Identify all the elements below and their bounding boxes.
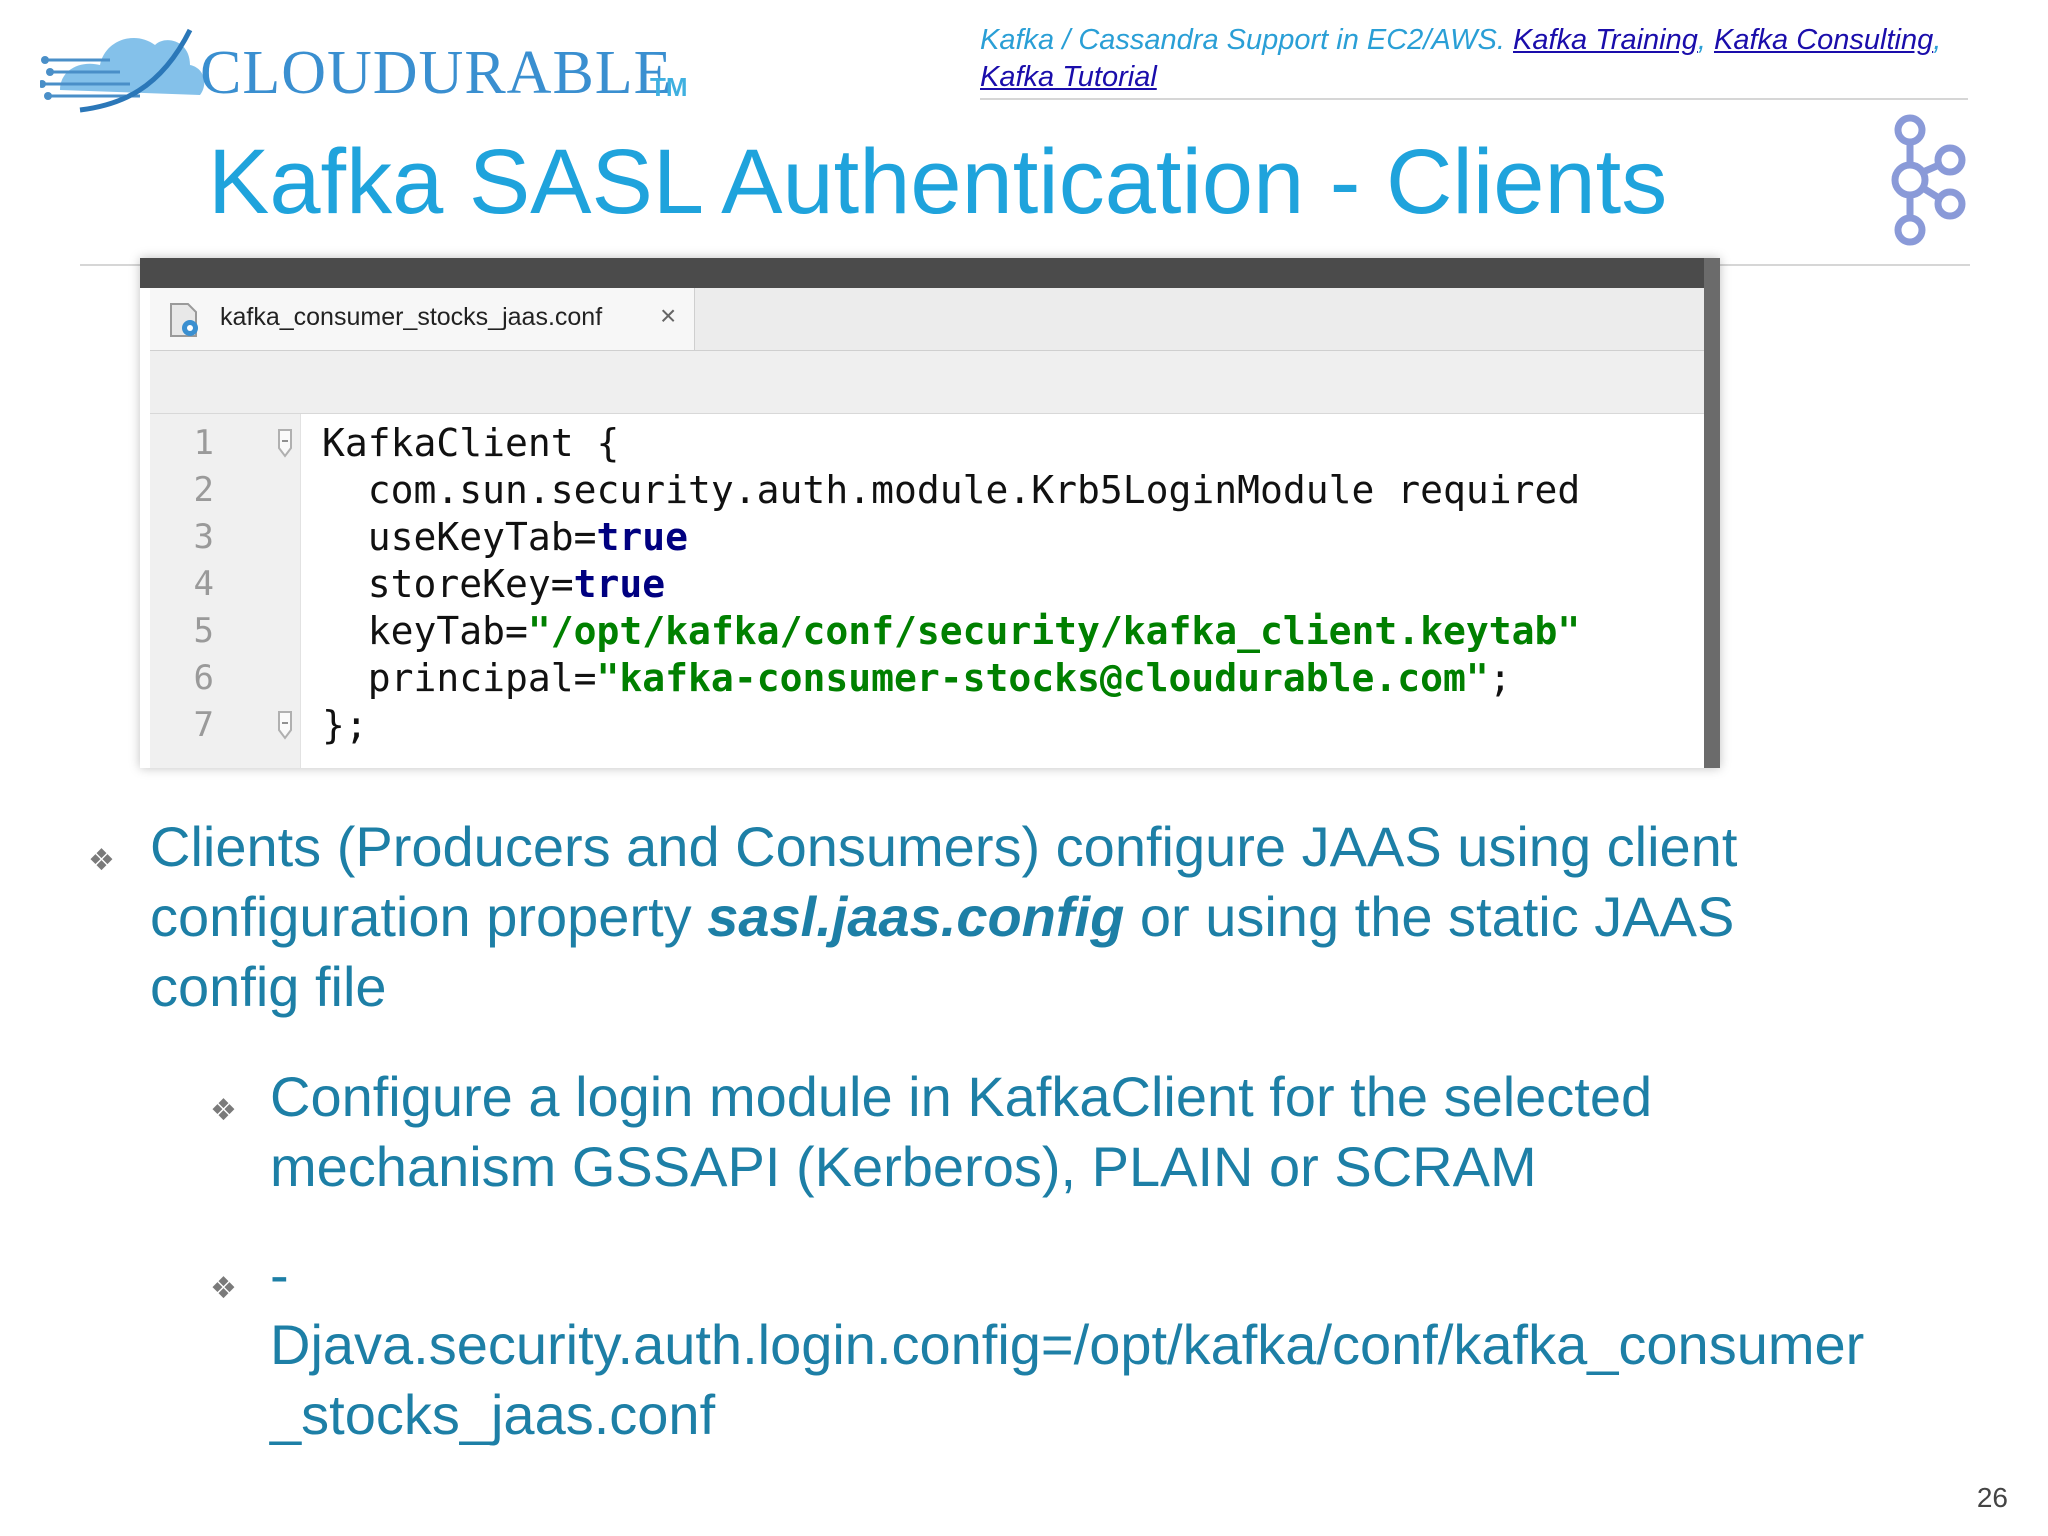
bullet-text: - (270, 1243, 289, 1306)
bullet-login-module: ❖ Configure a login module in KafkaClien… (210, 1062, 1870, 1202)
line-number: 7 (193, 705, 214, 745)
line-number: 3 (193, 517, 214, 557)
header-divider (980, 98, 1968, 100)
bullet-jaas-config: ❖ Clients (Producers and Consumers) conf… (88, 812, 1850, 1022)
link-kafka-consulting[interactable]: Kafka Consulting (1714, 24, 1933, 56)
code-keyword: true (596, 515, 689, 559)
code-line: useKeyTab=true (322, 514, 1720, 561)
code-line: keyTab="/opt/kafka/conf/security/kafka_c… (322, 608, 1720, 655)
code-editor-screenshot: kafka_consumer_stocks_jaas.conf × 1 2 3 4 5 6… (140, 258, 1720, 768)
link-kafka-training[interactable]: Kafka Training (1513, 24, 1698, 56)
fold-icon[interactable] (276, 710, 296, 740)
bullet-diamond-icon: ❖ (210, 1271, 237, 1306)
code-text: }; (322, 703, 368, 747)
header-note: Kafka / Cassandra Support in EC2/AWS. Ka… (980, 24, 1942, 93)
code-line: principal="kafka-consumer-stocks@cloudur… (322, 655, 1720, 702)
editor-toolbar (150, 351, 1704, 414)
line-number: 5 (193, 611, 214, 651)
code-keyword: true (573, 562, 666, 606)
editor-tab-label: kafka_consumer_stocks_jaas.conf (220, 303, 603, 331)
cloudurable-logo: CLOUDURABLE TM (40, 10, 688, 120)
fold-icon[interactable] (276, 428, 296, 458)
bullet-emphasis: sasl.jaas.config (707, 885, 1125, 948)
code-text: storeKey= (322, 562, 574, 606)
line-number: 1 (193, 423, 214, 463)
editor-tab[interactable]: kafka_consumer_stocks_jaas.conf × (150, 288, 695, 350)
code-text: com.sun.security.auth.module.Krb5LoginMo… (322, 468, 1581, 512)
bullet-jvm-option: ❖ - Djava.security.auth.login.config=/op… (210, 1240, 1990, 1450)
code-line: storeKey=true (322, 561, 1720, 608)
line-number-gutter: 1 2 3 4 5 6 7 (150, 414, 300, 768)
line-number: 2 (193, 470, 214, 510)
close-icon[interactable]: × (660, 300, 676, 332)
code-string: "kafka-consumer-stocks@cloudurable.com" (596, 656, 1489, 700)
code-text: ; (1488, 656, 1512, 700)
code-line: }; (322, 702, 1720, 749)
link-kafka-tutorial[interactable]: Kafka Tutorial (980, 61, 1157, 93)
page-number: 26 (1976, 1482, 2008, 1513)
code-text: keyTab= (322, 609, 528, 653)
bullet-diamond-icon: ❖ (210, 1093, 237, 1128)
line-number: 4 (193, 564, 214, 604)
gutter-divider (300, 414, 301, 768)
code-text: KafkaClient { (322, 421, 620, 465)
config-file-icon (170, 303, 198, 337)
kafka-icon (1891, 114, 1966, 246)
code-text: principal= (322, 656, 597, 700)
code-string: "/opt/kafka/conf/security/kafka_client.k… (527, 609, 1581, 653)
header-note-text: Kafka / Cassandra Support in EC2/AWS. (980, 24, 1514, 56)
slide: CLOUDURABLE TM Kafka / Cassandra Support… (0, 0, 2048, 1536)
bullet-text: _stocks_jaas.conf (270, 1383, 716, 1446)
bullet-text: Djava.security.auth.login.config=/opt/ka… (270, 1313, 1865, 1376)
logo-wordmark: CLOUDURABLE (200, 39, 673, 107)
logo-trademark: TM (650, 72, 688, 102)
code-line: com.sun.security.auth.module.Krb5LoginMo… (322, 467, 1720, 514)
code-line: KafkaClient { (322, 420, 1720, 467)
line-number: 6 (193, 658, 214, 698)
editor-top-border (140, 258, 1720, 288)
code-text: useKeyTab= (322, 515, 597, 559)
editor-tab-strip: kafka_consumer_stocks_jaas.conf × (150, 288, 1704, 351)
slide-title: Kafka SASL Authentication - Clients (208, 131, 1668, 233)
code-area[interactable]: KafkaClient { com.sun.security.auth.modu… (302, 414, 1704, 768)
bullet-diamond-icon: ❖ (88, 843, 115, 878)
cloud-circuit-icon (40, 28, 205, 113)
bullet-text: Configure a login module in KafkaClient … (270, 1065, 1653, 1198)
